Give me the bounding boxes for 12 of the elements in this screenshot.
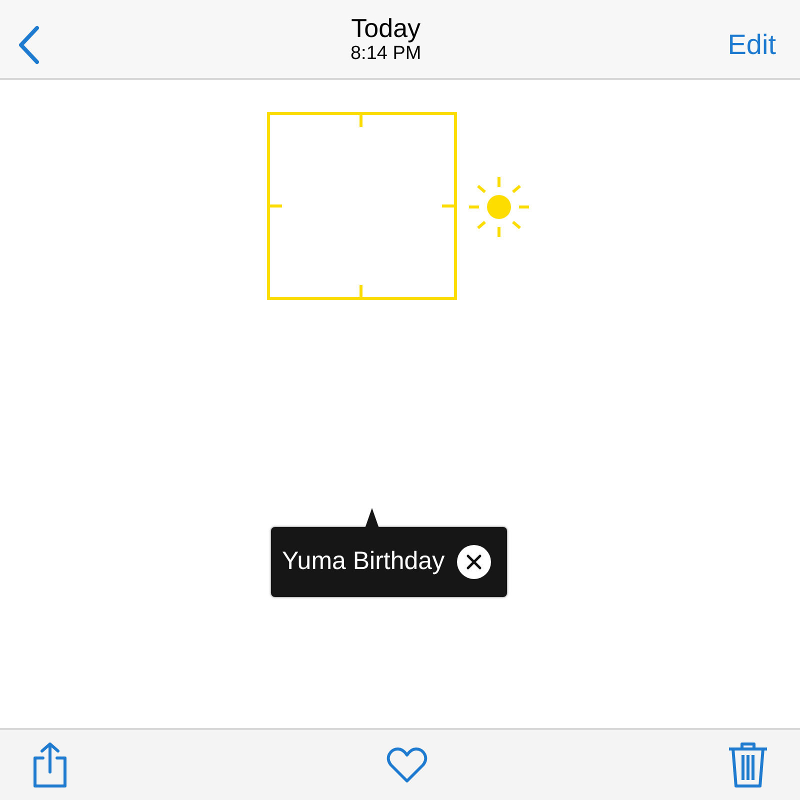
trash-icon bbox=[727, 742, 769, 788]
nav-title: Today bbox=[351, 13, 421, 43]
close-icon bbox=[466, 554, 482, 570]
back-chevron-icon bbox=[17, 25, 41, 65]
delete-button[interactable] bbox=[726, 740, 770, 790]
nav-subtitle: 8:14 PM bbox=[350, 43, 422, 65]
remove-tag-button[interactable] bbox=[456, 545, 491, 579]
face-frame-icon bbox=[267, 112, 457, 302]
edit-button[interactable]: Edit bbox=[728, 24, 786, 66]
sun-icon bbox=[468, 176, 530, 238]
share-icon bbox=[31, 742, 69, 788]
face-tag-label: Yuma Birthday bbox=[282, 546, 445, 578]
